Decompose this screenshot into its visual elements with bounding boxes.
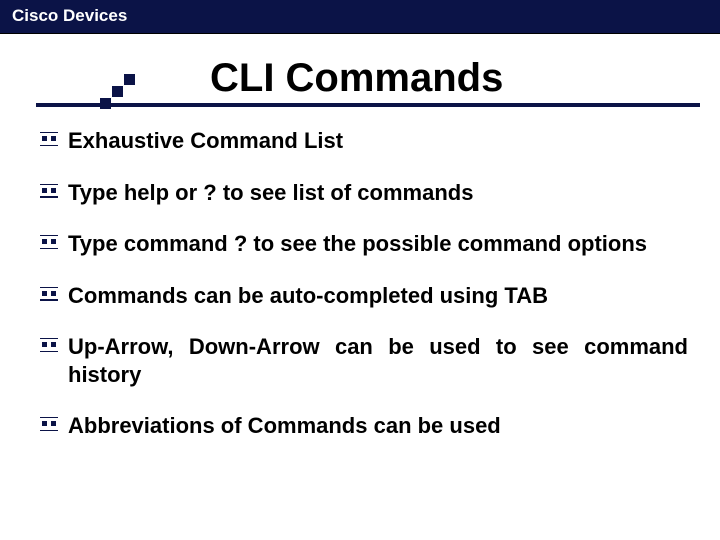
topbar-text: Cisco Devices [12, 6, 127, 25]
bullet-icon [40, 338, 58, 352]
slide-title: CLI Commands [210, 56, 720, 101]
bullet-icon [40, 235, 58, 249]
list-item: Type command ? to see the possible comma… [40, 230, 688, 258]
list-item: Commands can be auto-completed using TAB [40, 282, 688, 310]
title-wrap: CLI Commands [0, 56, 720, 101]
bullet-icon [40, 184, 58, 198]
list-item: Up-Arrow, Down-Arrow can be used to see … [40, 333, 688, 388]
list-item-text: Up-Arrow, Down-Arrow can be used to see … [68, 333, 688, 388]
list-item: Type help or ? to see list of commands [40, 179, 688, 207]
list-item: Abbreviations of Commands can be used [40, 412, 688, 440]
list-item-text: Exhaustive Command List [68, 127, 688, 155]
bullet-icon [40, 417, 58, 431]
title-underline [36, 103, 700, 107]
bullet-icon [40, 287, 58, 301]
bullet-list: Exhaustive Command List Type help or ? t… [0, 101, 720, 440]
slide: Cisco Devices CLI Commands Exhaustive Co… [0, 0, 720, 540]
list-item-text: Type command ? to see the possible comma… [68, 230, 688, 258]
list-item: Exhaustive Command List [40, 127, 688, 155]
topbar: Cisco Devices [0, 0, 720, 34]
list-item-text: Commands can be auto-completed using TAB [68, 282, 688, 310]
title-decor-icon [100, 74, 150, 104]
list-item-text: Abbreviations of Commands can be used [68, 412, 688, 440]
bullet-icon [40, 132, 58, 146]
list-item-text: Type help or ? to see list of commands [68, 179, 688, 207]
